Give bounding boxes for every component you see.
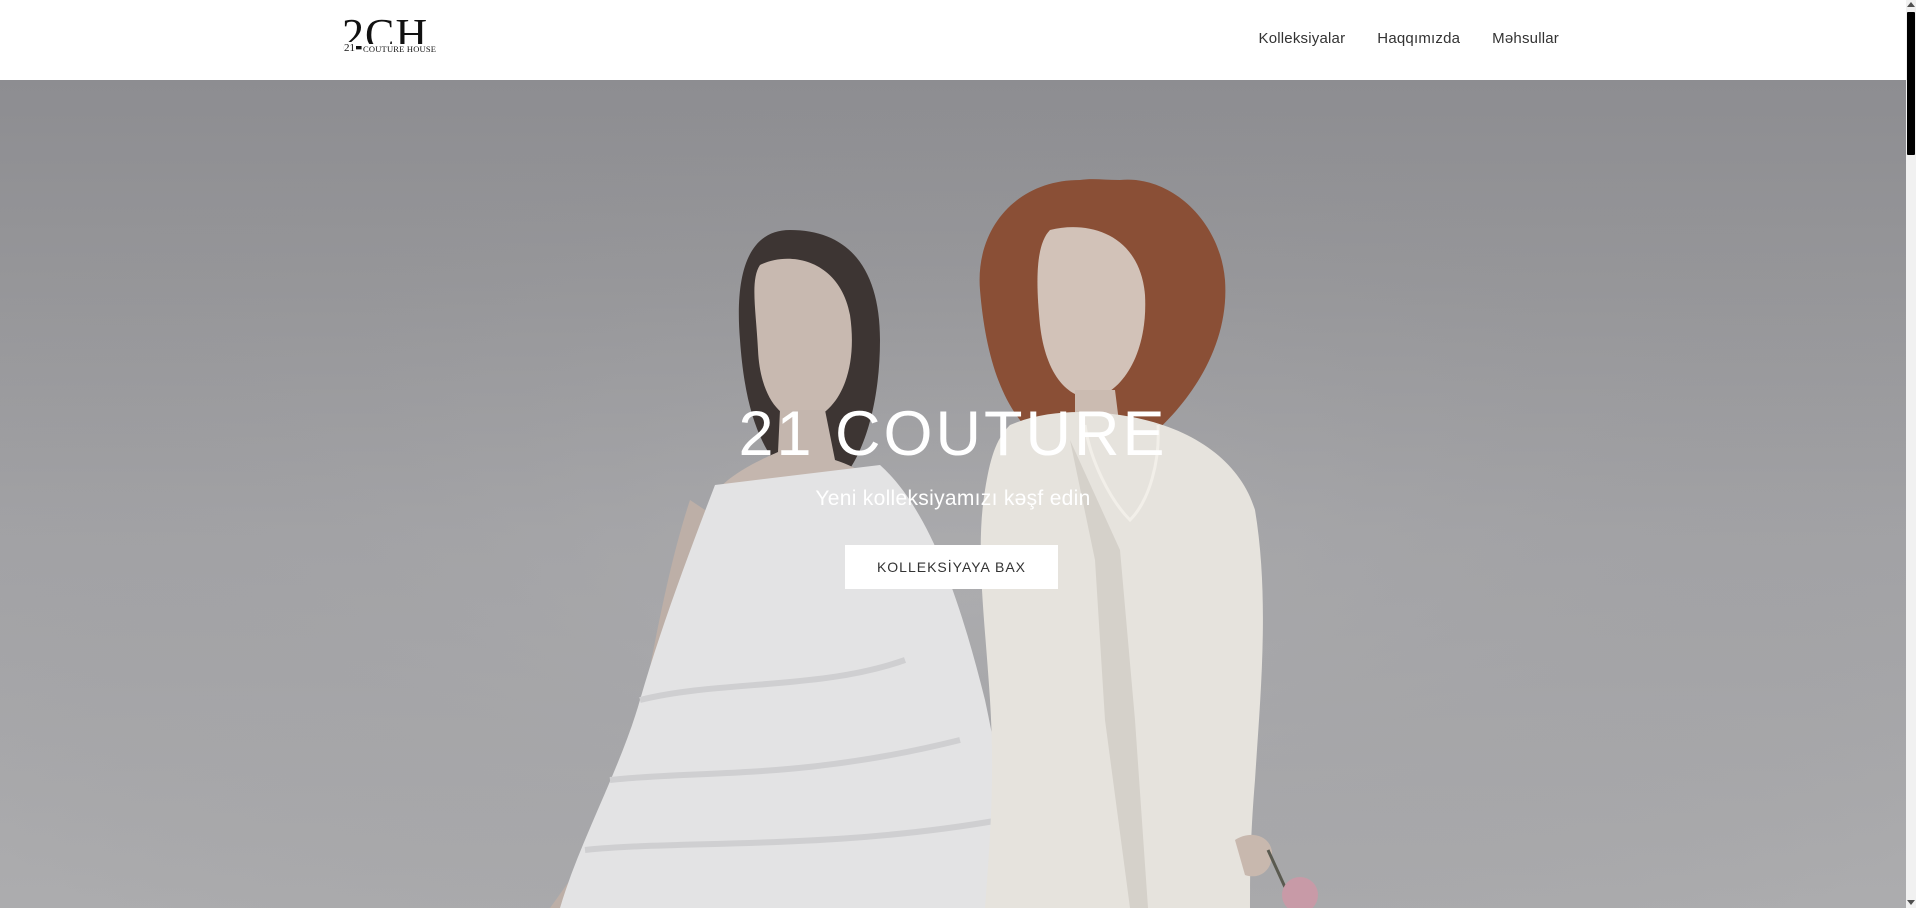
nav-link-collections[interactable]: Kolleksiyalar: [1258, 30, 1345, 47]
hero-content: 21 COUTURE Yeni kolleksiyamızı kəşf edin…: [0, 80, 1906, 908]
scroll-down-icon[interactable]: [1907, 900, 1915, 905]
nav-link-products[interactable]: Məhsullar: [1492, 30, 1559, 47]
logo-subtitle: COUTURE HOUSE: [362, 44, 438, 54]
scroll-up-icon[interactable]: [1907, 2, 1915, 7]
hero-banner: 21 COUTURE Yeni kolleksiyamızı kəşf edin…: [0, 80, 1906, 908]
nav-link-about[interactable]: Haqqımızda: [1377, 30, 1460, 47]
hero-subtitle: Yeni kolleksiyamızı kəşf edin: [815, 487, 1091, 510]
main-nav: Kolleksiyalar Haqqımızda Məhsullar: [1258, 30, 1559, 47]
brand-logo[interactable]: 2CH 21 COUTURE HOUSE: [342, 10, 446, 62]
scrollbar-thumb[interactable]: [1907, 12, 1915, 155]
hero-title: 21 COUTURE: [738, 399, 1168, 469]
logo-number: 21: [344, 42, 356, 54]
view-collection-button[interactable]: KOLLEKSİYAYA BAX: [845, 545, 1058, 589]
site-header: 2CH 21 COUTURE HOUSE Kolleksiyalar Haqqı…: [0, 0, 1906, 80]
page-scrollbar[interactable]: [1906, 0, 1916, 908]
